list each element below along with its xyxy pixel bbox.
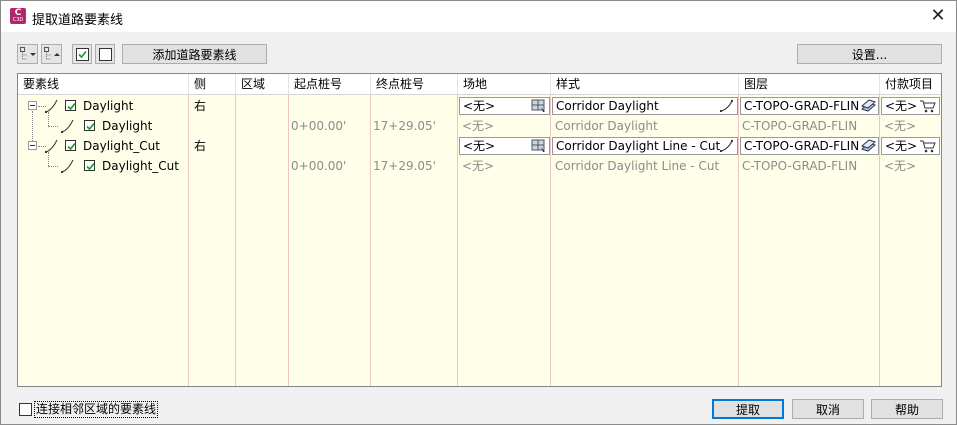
site-value: <无>: [462, 159, 495, 173]
expand-tree-icon: [20, 47, 36, 60]
feature-line-icon: [45, 139, 58, 153]
end-station-value: 17+29.05': [373, 119, 436, 133]
add-feature-line-button[interactable]: 添加道路要素线: [122, 44, 267, 64]
pay-item-value: <无>: [884, 159, 917, 173]
extract-button[interactable]: 提取: [712, 399, 784, 419]
help-button[interactable]: 帮助: [871, 399, 943, 419]
site-picker-icon[interactable]: [531, 99, 547, 113]
include-checkbox[interactable]: [84, 160, 95, 171]
join-adjacent-regions-checkbox[interactable]: [19, 403, 32, 416]
dialog-window: C C3D 提取道路要素线 ✕ 添加道路要素线 设置... 要素线 侧 区域 起…: [0, 0, 957, 425]
feature-line-name: Daylight_Cut: [102, 159, 179, 173]
column-header-start-station[interactable]: 起点桩号: [289, 74, 370, 94]
collapse-toggle[interactable]: [28, 101, 37, 110]
check-all-button[interactable]: [72, 44, 92, 64]
site-dropdown[interactable]: <无>: [459, 137, 550, 155]
side-value: 右: [194, 99, 207, 113]
window-title: 提取道路要素线: [32, 13, 124, 28]
civil3d-app-icon: C C3D: [10, 8, 26, 24]
start-station-value: 0+00.00': [291, 159, 347, 173]
feature-line-icon: [45, 99, 58, 113]
column-header-pay-item[interactable]: 付款项目: [880, 74, 941, 94]
style-picker-icon[interactable]: [719, 139, 735, 153]
layer-picker-icon[interactable]: [860, 139, 876, 153]
column-header-site[interactable]: 场地: [458, 74, 550, 94]
cancel-button[interactable]: 取消: [792, 399, 864, 419]
expand-all-button[interactable]: [17, 44, 38, 64]
column-header-region[interactable]: 区域: [236, 74, 288, 94]
column-header-feature-line[interactable]: 要素线: [18, 74, 188, 94]
include-checkbox[interactable]: [84, 120, 95, 131]
style-value: Corridor Daylight: [555, 119, 658, 133]
style-dropdown[interactable]: Corridor Daylight Line - Cut: [552, 137, 738, 155]
feature-line-name: Daylight: [102, 119, 153, 133]
feature-line-name: Daylight_Cut: [83, 139, 160, 153]
collapse-tree-icon: [44, 47, 60, 60]
pay-item-picker-icon[interactable]: [919, 139, 937, 153]
site-dropdown[interactable]: <无>: [459, 97, 550, 115]
site-value: <无>: [462, 119, 495, 133]
side-value: 右: [194, 139, 207, 153]
title-bar: C C3D 提取道路要素线 ✕: [1, 1, 956, 32]
style-dropdown[interactable]: Corridor Daylight: [552, 97, 738, 115]
include-checkbox[interactable]: [65, 100, 76, 111]
layer-value: C-TOPO-GRAD-FLIN: [742, 159, 858, 173]
table-row[interactable]: Daylight 0+00.00' 17+29.05' <无> Corridor…: [18, 116, 941, 136]
feature-line-icon: [61, 119, 74, 133]
layer-picker-icon[interactable]: [860, 99, 876, 113]
column-header-side[interactable]: 侧: [189, 74, 235, 94]
table-row[interactable]: Daylight_Cut 右 <无> Corridor Daylight Lin…: [18, 136, 941, 156]
pay-item-dropdown[interactable]: <无>: [881, 137, 940, 155]
feature-line-grid: 要素线 侧 区域 起点桩号 终点桩号 场地 样式 图层 付款项目 Dayligh…: [17, 73, 942, 387]
collapse-all-button[interactable]: [41, 44, 62, 64]
table-row[interactable]: Daylight_Cut 0+00.00' 17+29.05' <无> Corr…: [18, 156, 941, 176]
join-adjacent-regions-label[interactable]: 连接相邻区域的要素线: [34, 401, 159, 418]
site-picker-icon[interactable]: [531, 139, 547, 153]
pay-item-picker-icon[interactable]: [919, 99, 937, 113]
pay-item-value: <无>: [884, 119, 917, 133]
layer-value: C-TOPO-GRAD-FLIN: [742, 119, 858, 133]
feature-line-icon: [61, 159, 74, 173]
grid-header: 要素线 侧 区域 起点桩号 终点桩号 场地 样式 图层 付款项目: [18, 74, 941, 95]
end-station-value: 17+29.05': [373, 159, 436, 173]
table-row[interactable]: Daylight 右 <无> Corridor Daylight C-TOPO-…: [18, 96, 941, 116]
layer-dropdown[interactable]: C-TOPO-GRAD-FLIN: [740, 137, 879, 155]
unchecked-box-icon: [98, 47, 112, 61]
start-station-value: 0+00.00': [291, 119, 347, 133]
close-icon[interactable]: ✕: [928, 6, 948, 26]
feature-line-name: Daylight: [83, 99, 134, 113]
include-checkbox[interactable]: [65, 140, 76, 151]
pay-item-dropdown[interactable]: <无>: [881, 97, 940, 115]
settings-button[interactable]: 设置...: [797, 44, 942, 64]
style-picker-icon[interactable]: [719, 99, 735, 113]
style-value: Corridor Daylight Line - Cut: [555, 159, 720, 173]
column-header-style[interactable]: 样式: [551, 74, 738, 94]
column-header-end-station[interactable]: 终点桩号: [371, 74, 457, 94]
layer-dropdown[interactable]: C-TOPO-GRAD-FLIN: [740, 97, 879, 115]
column-header-layer[interactable]: 图层: [739, 74, 879, 94]
collapse-toggle[interactable]: [28, 141, 37, 150]
uncheck-all-button[interactable]: [95, 44, 115, 64]
checked-box-icon: [75, 47, 89, 61]
